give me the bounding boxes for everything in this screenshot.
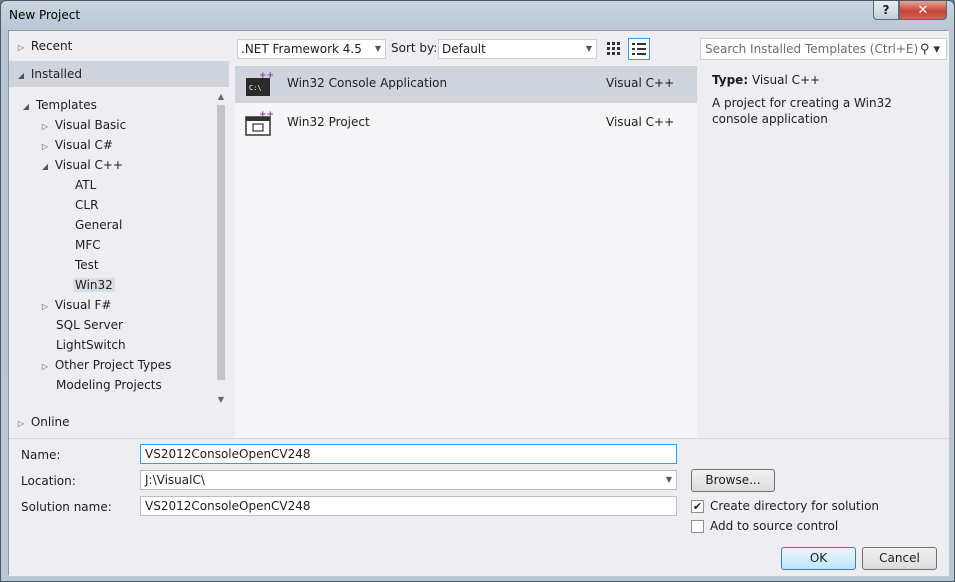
solution-name-label: Solution name: <box>21 500 112 514</box>
template-item-win32-console[interactable]: C:\ ++ Win32 Console Application Visual … <box>235 66 697 103</box>
scroll-up-arrow-icon[interactable]: ▲ <box>215 91 227 103</box>
location-label: Location: <box>21 474 76 488</box>
project-settings-form: Name: VS2012ConsoleOpenCV248 Location: J… <box>9 438 949 576</box>
tree-templates-label: Templates <box>35 98 97 112</box>
tree-item-win32[interactable]: Win32 <box>73 275 115 295</box>
chevron-down-icon: ▼ <box>374 44 381 53</box>
tree-item-atl[interactable]: ATL <box>75 175 96 195</box>
tree-item-sql-server[interactable]: SQL Server <box>56 315 123 335</box>
template-tree-panel: ▷ Recent ◢ Installed ◢ Templates ▷ Visua… <box>9 31 232 438</box>
chevron-down-icon[interactable]: ▼ <box>666 471 672 489</box>
tree-templates[interactable]: ◢ Templates <box>20 95 97 115</box>
tree-recent-label: Recent <box>30 39 73 53</box>
window-title: New Project <box>9 8 81 22</box>
tree-online-label: Online <box>30 415 70 429</box>
expanded-arrow-icon: ◢ <box>17 71 25 80</box>
search-icon[interactable]: ⚲ ▾ <box>920 40 940 60</box>
collapsed-arrow-icon: ▷ <box>41 302 49 311</box>
framework-select[interactable]: .NET Framework 4.5 ▼ <box>237 39 386 59</box>
tree-installed-label: Installed <box>30 67 82 81</box>
help-button[interactable]: ? <box>873 1 899 20</box>
template-description-panel: Type: Visual C++ A project for creating … <box>697 65 949 438</box>
template-description-text: A project for creating a Win32 console a… <box>712 96 892 126</box>
template-item-win32-project[interactable]: ++ Win32 Project Visual C++ <box>235 105 697 142</box>
new-project-dialog: New Project ? ✕ ▷ Recent ◢ Installed ◢ T… <box>0 0 955 582</box>
chevron-down-icon: ▼ <box>585 44 592 53</box>
list-view-button[interactable] <box>628 38 650 60</box>
tree-item-visual-fsharp[interactable]: ▷ Visual F# <box>39 295 112 315</box>
tree-item-clr[interactable]: CLR <box>75 195 98 215</box>
tree-item-lightswitch[interactable]: LightSwitch <box>56 335 126 355</box>
search-templates-input[interactable]: Search Installed Templates (Ctrl+E) ⚲ ▾ <box>700 38 947 60</box>
tree-installed-header[interactable]: ◢ Installed <box>9 61 229 87</box>
template-list: C:\ ++ Win32 Console Application Visual … <box>235 65 697 438</box>
svg-text:C:\: C:\ <box>249 84 262 92</box>
checkbox-checked-icon[interactable]: ✔ <box>691 499 704 513</box>
collapsed-arrow-icon: ▷ <box>41 362 49 371</box>
tree-item-mfc[interactable]: MFC <box>75 235 101 255</box>
collapsed-arrow-icon: ▷ <box>41 122 49 131</box>
location-input[interactable]: J:\VisualC\ ▼ <box>140 470 677 490</box>
ok-button[interactable]: OK <box>781 547 856 570</box>
svg-text:++: ++ <box>259 71 273 81</box>
scroll-thumb[interactable] <box>217 105 225 380</box>
expanded-arrow-icon: ◢ <box>41 162 49 171</box>
grid-icon <box>607 42 620 55</box>
cancel-button[interactable]: Cancel <box>862 547 937 570</box>
dialog-client: ▷ Recent ◢ Installed ◢ Templates ▷ Visua… <box>8 30 949 576</box>
name-label: Name: <box>21 448 61 462</box>
collapsed-arrow-icon: ▷ <box>17 419 25 428</box>
collapsed-arrow-icon: ▷ <box>17 43 25 52</box>
solution-name-input[interactable]: VS2012ConsoleOpenCV248 <box>140 496 677 516</box>
sort-by-label: Sort by: <box>391 41 438 55</box>
console-application-icon: C:\ ++ <box>246 71 273 96</box>
tree-item-general[interactable]: General <box>75 215 122 235</box>
tree-item-visual-csharp[interactable]: ▷ Visual C# <box>39 135 113 155</box>
tree-online[interactable]: ▷ Online <box>15 412 70 432</box>
template-type: Type: Visual C++ <box>712 73 821 87</box>
create-directory-checkbox[interactable]: ✔ Create directory for solution <box>691 499 879 513</box>
checkbox-unchecked-icon[interactable] <box>691 519 704 533</box>
win32-project-icon: ++ <box>245 110 273 136</box>
project-name-input[interactable]: VS2012ConsoleOpenCV248 <box>140 444 677 464</box>
tree-item-other-project-types[interactable]: ▷ Other Project Types <box>39 355 171 375</box>
tree-scrollbar[interactable]: ▲ ▼ <box>215 91 227 406</box>
collapsed-arrow-icon: ▷ <box>41 142 49 151</box>
expanded-arrow-icon: ◢ <box>22 102 30 111</box>
tree-item-modeling-projects[interactable]: Modeling Projects <box>56 375 162 395</box>
tree-item-test[interactable]: Test <box>75 255 99 275</box>
svg-text:++: ++ <box>259 110 273 120</box>
tree-item-visual-basic[interactable]: ▷ Visual Basic <box>39 115 126 135</box>
close-button[interactable]: ✕ <box>899 1 947 20</box>
browse-button[interactable]: Browse... <box>691 469 775 492</box>
template-toolbar: .NET Framework 4.5 ▼ Sort by: Default ▼ <box>235 31 949 65</box>
list-icon <box>632 43 646 55</box>
add-source-control-checkbox[interactable]: Add to source control <box>691 519 838 533</box>
small-icons-view-button[interactable] <box>603 38 625 60</box>
title-bar[interactable]: New Project ? ✕ <box>1 1 954 31</box>
sort-select[interactable]: Default ▼ <box>438 39 597 59</box>
scroll-down-arrow-icon[interactable]: ▼ <box>215 394 227 406</box>
tree-item-visual-cpp[interactable]: ◢ Visual C++ <box>39 155 123 175</box>
tree-recent[interactable]: ▷ Recent <box>15 36 72 56</box>
